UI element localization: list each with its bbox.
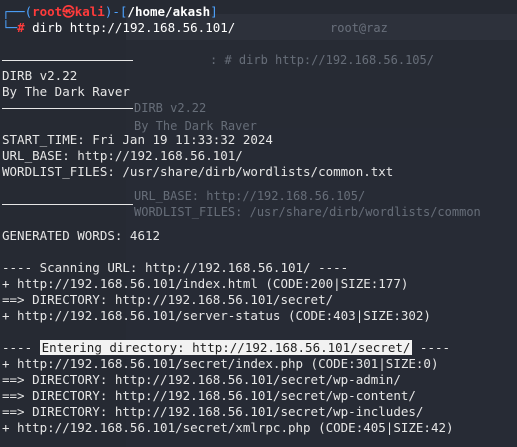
start-time: START_TIME: Fri Jan 19 11:33:32 2024 <box>2 132 273 147</box>
prompt-corner: └─ <box>2 20 18 35</box>
scanning-url: ---- Scanning URL: http://192.168.56.101… <box>2 260 349 275</box>
prompt-user: root <box>32 4 63 19</box>
wordlist-files: WORDLIST_FILES: /usr/share/dirb/wordlist… <box>2 164 394 179</box>
separator <box>2 100 515 116</box>
terminal-output[interactable]: ┌──(root㉿kali)-[/home/akash] └─# dirb ht… <box>2 4 515 444</box>
result-line: ==> DIRECTORY: http://192.168.56.101/sec… <box>2 404 424 419</box>
result-line: + http://192.168.56.101/secret/xmlrpc.ph… <box>2 420 454 435</box>
generated-words: GENERATED WORDS: 4612 <box>2 228 161 243</box>
entering-directory-line: ---- Entering directory: http://192.168.… <box>2 340 515 356</box>
prompt-open: ┌──( <box>2 4 33 19</box>
prompt-close: )-[ <box>104 4 128 19</box>
prompt-at: ㉿ <box>62 4 75 19</box>
prompt-line-1: ┌──(root㉿kali)-[/home/akash] <box>2 4 515 20</box>
banner-title: DIRB v2.22 <box>2 68 78 83</box>
entering-suffix: ---- <box>412 340 451 355</box>
prompt-cwd: /home/akash <box>127 4 211 19</box>
result-line: + http://192.168.56.101/index.html (CODE… <box>2 276 409 291</box>
prompt-hash: # <box>17 20 25 35</box>
url-base: URL_BASE: http://192.168.56.101/ <box>2 148 243 163</box>
result-line: ==> DIRECTORY: http://192.168.56.101/sec… <box>2 292 334 307</box>
prompt-line-2: └─# dirb http://192.168.56.101/ <box>2 20 515 36</box>
entering-directory-highlight: Entering directory: http://192.168.56.10… <box>39 340 413 355</box>
prompt-host: kali <box>74 4 105 19</box>
result-line: + http://192.168.56.101/server-status (C… <box>2 308 431 323</box>
prompt-end: ] <box>210 4 218 19</box>
result-line: ==> DIRECTORY: http://192.168.56.101/sec… <box>2 372 401 387</box>
banner-author: By The Dark Raver <box>2 84 130 99</box>
result-line: + http://192.168.56.101/secret/index.php… <box>2 356 439 371</box>
command-text: dirb http://192.168.56.101/ <box>24 20 236 35</box>
entering-prefix: ---- <box>2 340 40 355</box>
separator <box>2 52 515 68</box>
result-line: ==> DIRECTORY: http://192.168.56.101/sec… <box>2 388 416 403</box>
separator <box>2 196 515 212</box>
